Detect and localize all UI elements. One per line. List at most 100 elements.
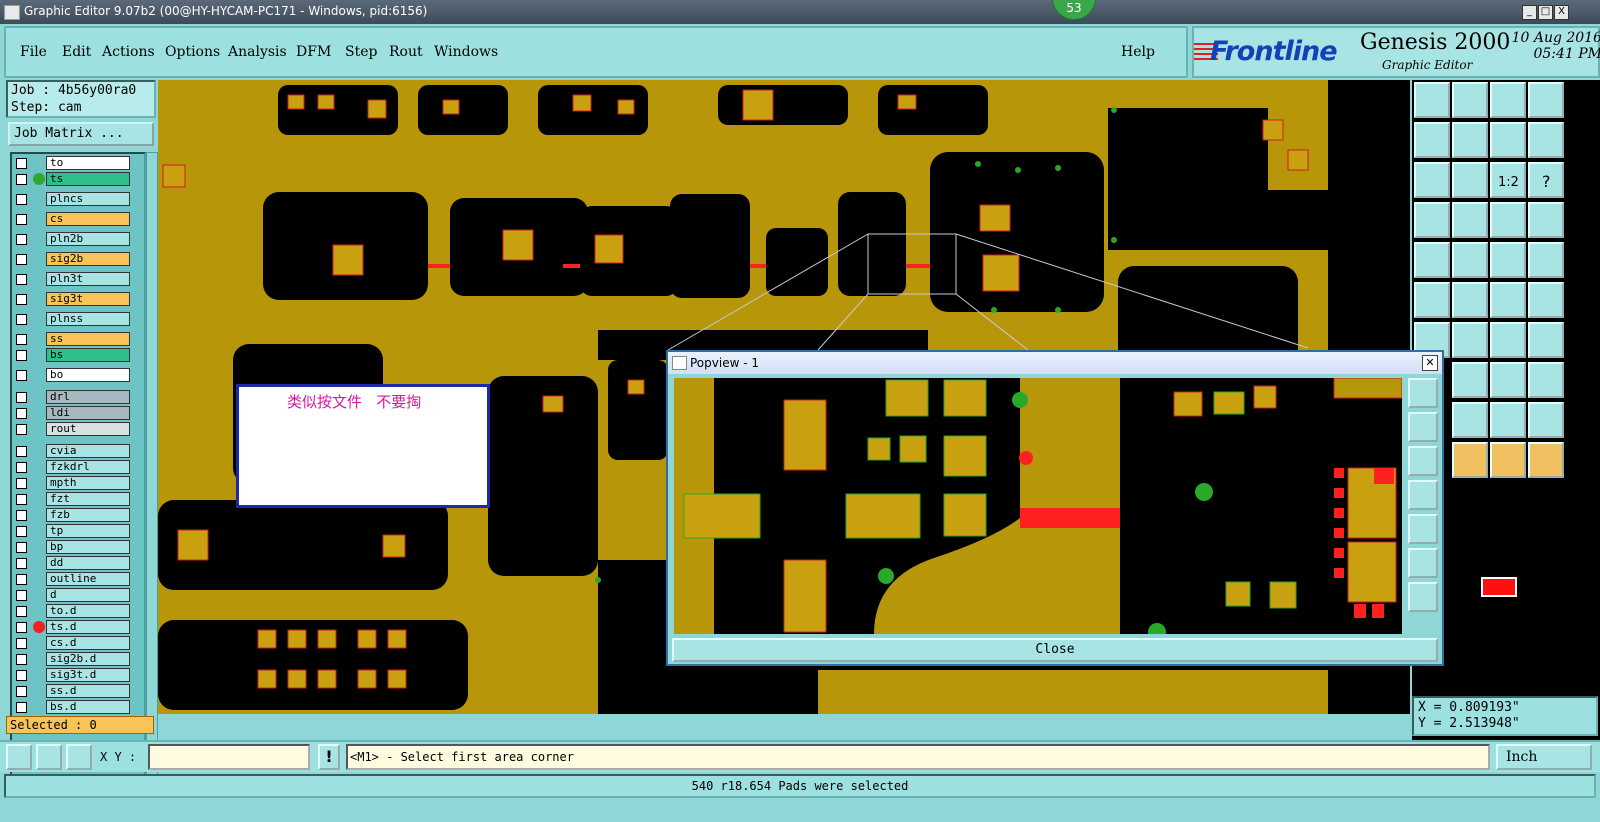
- xy-input[interactable]: [148, 744, 310, 770]
- pointer-multi-icon[interactable]: [1528, 442, 1564, 478]
- layer-row[interactable]: sig3t: [14, 292, 132, 307]
- layer-checkbox[interactable]: [16, 254, 27, 265]
- layer-name[interactable]: drl: [46, 390, 130, 404]
- layer-row[interactable]: drl: [14, 390, 132, 405]
- layer-name[interactable]: cs: [46, 212, 130, 226]
- layer-row[interactable]: tp: [14, 524, 132, 539]
- home-icon[interactable]: [1490, 82, 1526, 118]
- layer-checkbox[interactable]: [16, 424, 27, 435]
- pan-right-icon[interactable]: [1452, 122, 1488, 158]
- pointer-icon[interactable]: [1452, 442, 1488, 478]
- layer-checkbox[interactable]: [16, 408, 27, 419]
- warning-button[interactable]: !: [318, 744, 340, 770]
- layer-checkbox[interactable]: [16, 334, 27, 345]
- pointer-select-icon[interactable]: [1490, 442, 1526, 478]
- layer-name[interactable]: fzb: [46, 508, 130, 522]
- layer-row[interactable]: pln3t: [14, 272, 132, 287]
- layer-row[interactable]: pln2b: [14, 232, 132, 247]
- popview-right-icon[interactable]: [1408, 514, 1438, 544]
- layer-row[interactable]: fzb: [14, 508, 132, 523]
- popview-close-icon[interactable]: ✕: [1422, 355, 1438, 371]
- layer-row[interactable]: bp: [14, 540, 132, 555]
- layer-row[interactable]: ts.d: [14, 620, 132, 635]
- layer-checkbox[interactable]: [16, 494, 27, 505]
- layer-name[interactable]: ss.d: [46, 684, 130, 698]
- measure-icon[interactable]: [1414, 202, 1450, 238]
- menu-actions[interactable]: Actions: [102, 44, 155, 60]
- layer-name[interactable]: ts.d: [46, 620, 130, 634]
- layer-name[interactable]: d: [46, 588, 130, 602]
- text-a-icon[interactable]: [1452, 402, 1488, 438]
- diagonal-tool-icon[interactable]: [1452, 322, 1488, 358]
- resize-icon[interactable]: [1490, 362, 1526, 398]
- copy-icon[interactable]: [1528, 282, 1564, 318]
- layer-checkbox[interactable]: [16, 606, 27, 617]
- layer-checkbox[interactable]: [16, 478, 27, 489]
- select-icon[interactable]: [1414, 242, 1450, 278]
- layer-row[interactable]: sig2b: [14, 252, 132, 267]
- draw-line-icon[interactable]: [1452, 242, 1488, 278]
- zoom-home-icon[interactable]: [1414, 82, 1450, 118]
- layer-row[interactable]: bo: [14, 368, 132, 383]
- horizontal-line-icon[interactable]: [1452, 362, 1488, 398]
- popview-fit-icon[interactable]: [1408, 548, 1438, 578]
- layer-name[interactable]: outline: [46, 572, 130, 586]
- layer-checkbox[interactable]: [16, 446, 27, 457]
- group-icon[interactable]: [1528, 362, 1564, 398]
- layer-checkbox[interactable]: [16, 654, 27, 665]
- layer-checkbox[interactable]: [16, 234, 27, 245]
- layer-row[interactable]: fzkdrl: [14, 460, 132, 475]
- layer-checkbox[interactable]: [16, 638, 27, 649]
- connect-icon[interactable]: [1414, 282, 1450, 318]
- layer-row[interactable]: plnss: [14, 312, 132, 327]
- move-icon[interactable]: [1490, 282, 1526, 318]
- layer-name[interactable]: mpth: [46, 476, 130, 490]
- menu-dfm[interactable]: DFM: [296, 44, 331, 60]
- minimize-button[interactable]: _: [1522, 5, 1537, 20]
- menu-file[interactable]: File: [20, 44, 47, 60]
- layer-name[interactable]: pln2b: [46, 232, 130, 246]
- snap-center-icon[interactable]: [66, 744, 92, 770]
- grid-icon[interactable]: [1452, 202, 1488, 238]
- layer-row[interactable]: mpth: [14, 476, 132, 491]
- bracket-tool-icon[interactable]: [1528, 322, 1564, 358]
- layer-row[interactable]: to: [14, 156, 132, 171]
- snap-grid-icon[interactable]: [1528, 202, 1564, 238]
- layer-name[interactable]: bs: [46, 348, 130, 362]
- layer-checkbox[interactable]: [16, 590, 27, 601]
- layer-row[interactable]: sig2b.d: [14, 652, 132, 667]
- layer-checkbox[interactable]: [16, 702, 27, 713]
- layer-name[interactable]: dd: [46, 556, 130, 570]
- close-window-button[interactable]: X: [1554, 5, 1569, 20]
- popview-zoom-layout[interactable]: [674, 378, 1402, 634]
- layer-row[interactable]: ss: [14, 332, 132, 347]
- layer-name[interactable]: sig2b.d: [46, 652, 130, 666]
- text-a2-icon[interactable]: [1490, 402, 1526, 438]
- unit-selector[interactable]: Inch: [1496, 744, 1592, 770]
- layer-name[interactable]: sig3t.d: [46, 668, 130, 682]
- layer-row[interactable]: ts: [14, 172, 132, 187]
- cross-icon[interactable]: [1452, 282, 1488, 318]
- text-a3-icon[interactable]: [1528, 402, 1564, 438]
- layer-row[interactable]: to.d: [14, 604, 132, 619]
- popview-up-icon[interactable]: [1408, 412, 1438, 442]
- popview-left-icon[interactable]: [1408, 480, 1438, 510]
- layer-row[interactable]: bs.d: [14, 700, 132, 715]
- layer-name[interactable]: cvia: [46, 444, 130, 458]
- layer-checkbox[interactable]: [16, 542, 27, 553]
- layer-row[interactable]: cs.d: [14, 636, 132, 651]
- layer-row[interactable]: fzt: [14, 492, 132, 507]
- layer-row[interactable]: sig3t.d: [14, 668, 132, 683]
- layer-row[interactable]: dd: [14, 556, 132, 571]
- layer-row[interactable]: ldi: [14, 406, 132, 421]
- snap-icon[interactable]: [1490, 202, 1526, 238]
- layer-row[interactable]: cs: [14, 212, 132, 227]
- popview-zoom-in-icon[interactable]: [1408, 378, 1438, 408]
- layer-name[interactable]: ldi: [46, 406, 130, 420]
- layer-checkbox[interactable]: [16, 574, 27, 585]
- layer-name[interactable]: bs.d: [46, 700, 130, 714]
- popview-canvas[interactable]: [674, 378, 1402, 634]
- layer-name[interactable]: fzt: [46, 492, 130, 506]
- popview-close-button[interactable]: Close: [672, 638, 1438, 662]
- menu-rout[interactable]: Rout: [389, 44, 423, 60]
